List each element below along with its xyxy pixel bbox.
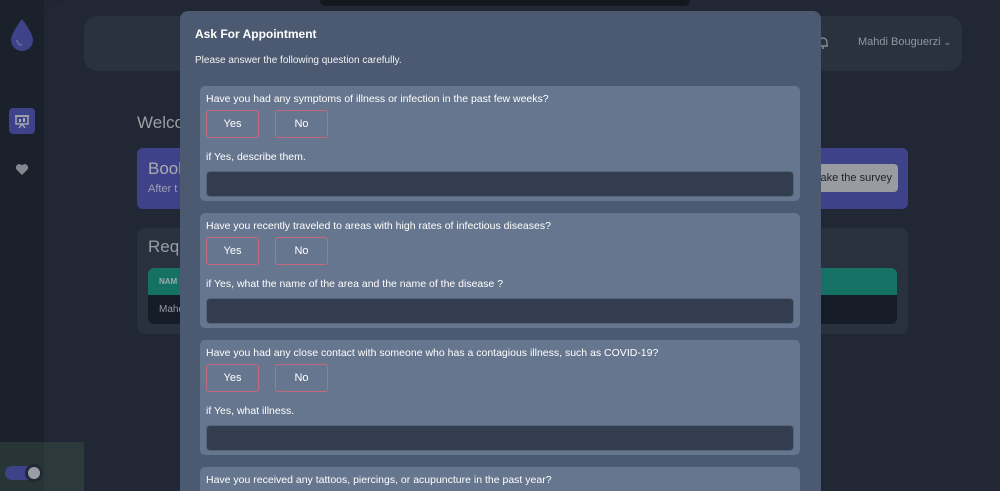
question-card: Have you received any tattoos, piercings… xyxy=(200,467,800,491)
question-detail-label: if Yes, what illness. xyxy=(206,405,295,417)
modal-subtitle: Please answer the following question car… xyxy=(195,55,402,66)
question-text: Have you had any close contact with some… xyxy=(206,347,659,359)
no-button[interactable]: No xyxy=(275,364,328,392)
question-detail-label: if Yes, what the name of the area and th… xyxy=(206,278,504,290)
question-card: Have you had any symptoms of illness or … xyxy=(200,86,800,201)
question-text: Have you received any tattoos, piercings… xyxy=(206,474,552,486)
modal-title: Ask For Appointment xyxy=(195,27,317,41)
appointment-modal: Ask For Appointment Please answer the fo… xyxy=(180,11,821,491)
yes-button[interactable]: Yes xyxy=(206,237,259,265)
question-text: Have you recently traveled to areas with… xyxy=(206,220,551,232)
question-card: Have you recently traveled to areas with… xyxy=(200,213,800,328)
no-button[interactable]: No xyxy=(275,110,328,138)
question-text: Have you had any symptoms of illness or … xyxy=(206,93,549,105)
yes-button[interactable]: Yes xyxy=(206,364,259,392)
question-detail-input[interactable] xyxy=(206,298,794,324)
question-detail-input[interactable] xyxy=(206,425,794,451)
question-card: Have you had any close contact with some… xyxy=(200,340,800,455)
no-button[interactable]: No xyxy=(275,237,328,265)
yes-button[interactable]: Yes xyxy=(206,110,259,138)
question-detail-input[interactable] xyxy=(206,171,794,197)
question-detail-label: if Yes, describe them. xyxy=(206,151,306,163)
top-notch xyxy=(320,0,690,6)
